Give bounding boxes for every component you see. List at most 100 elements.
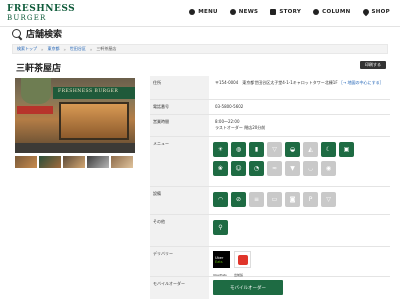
soup-icon-glyph: ◡ xyxy=(307,164,314,172)
beer-icon: ▮ xyxy=(249,142,264,157)
nav-news[interactable]: NEWS xyxy=(229,9,259,15)
coffee-icon: ◒ xyxy=(285,142,300,157)
cup-icon: ◙ xyxy=(285,192,300,207)
search-icon xyxy=(12,28,22,39)
main-nav: MENU NEWS STORY COLUMN SHOP xyxy=(189,7,390,17)
wine-icon-glyph: ▽ xyxy=(272,145,277,153)
breadcrumb-separator: » xyxy=(41,46,44,52)
wine-icon: ▽ xyxy=(267,142,282,157)
rice-icon: ◉ xyxy=(321,161,336,176)
breadcrumb-separator: » xyxy=(89,46,93,52)
demaecan-mark-icon xyxy=(237,254,248,265)
search-person-icon-glyph: ⚲ xyxy=(218,223,223,231)
menu-icon-grid: ☀ ◍ ▮ ▽ ◒ ◭ ☾ ▣ ❀ ☺ ◔ ≈ ▼ ◡ ◉ xyxy=(213,142,354,176)
uber-eats-text-eats: Eats xyxy=(215,259,223,264)
facilities-label: 設備 xyxy=(150,187,209,214)
map-center-link[interactable]: ［→ 地図の中心にする］ xyxy=(339,80,384,85)
nav-shop-label: SHOP xyxy=(371,9,390,15)
hours-label: 営業時間 xyxy=(150,115,209,136)
page-title-text: 店舗検索 xyxy=(26,30,63,40)
photo-tree xyxy=(21,78,51,104)
smoking-room-icon-glyph: ≡ xyxy=(253,195,260,203)
morning-icon-glyph: ☀ xyxy=(217,145,224,153)
column-icon xyxy=(313,9,320,15)
lunch-icon: ◍ xyxy=(231,142,246,157)
nav-news-label: NEWS xyxy=(238,9,259,15)
address-text: 〒154-0004 東京都世田谷区太子堂4-1-1キャロットタワー北棟1F xyxy=(215,80,338,85)
coffee-icon-glyph: ◒ xyxy=(289,145,296,153)
logo-line-1: FRESHNESS xyxy=(7,4,76,14)
address-value: 〒154-0004 東京都世田谷区太子堂4-1-1キャロットタワー北棟1F ［→… xyxy=(213,76,388,90)
photo-window xyxy=(59,102,129,140)
nav-column-label: COLUMN xyxy=(322,9,351,15)
freshness-burger-logo[interactable]: FRESHNESS BURGER xyxy=(7,5,75,22)
hours-last-order: ラストオーダー 閉店20分前 xyxy=(215,125,266,130)
dinner-icon: ☾ xyxy=(321,142,336,157)
demaecan-logo[interactable] xyxy=(234,251,251,268)
pasta-icon-glyph: ≈ xyxy=(271,164,278,172)
breadcrumb-search-top[interactable]: 検索トップ xyxy=(17,46,37,52)
no-smoking-icon: ⊘ xyxy=(231,192,246,207)
drive-thru-icon: ▽ xyxy=(321,192,336,207)
nav-menu-label: MENU xyxy=(198,9,218,15)
nav-column[interactable]: COLUMN xyxy=(313,9,350,15)
page-title: 店舗検索 xyxy=(12,27,62,40)
menu-label: メニュー xyxy=(150,137,209,186)
uber-eats-logo[interactable]: Uber Eats xyxy=(213,251,230,268)
parking-icon: P xyxy=(303,192,318,207)
nav-shop[interactable]: SHOP xyxy=(361,7,390,17)
photo-thumbnail[interactable] xyxy=(87,156,109,168)
menu-row: メニュー ☀ ◍ ▮ ▽ ◒ ◭ ☾ ▣ ❀ ☺ ◔ ≈ ▼ ◡ ◉ xyxy=(150,137,390,187)
print-button-label: 印刷する xyxy=(365,62,381,67)
photo-ground xyxy=(15,143,135,153)
store-name: 三軒茶屋店 xyxy=(16,64,62,74)
mobile-order-row: モバイルオーダー モバイルオーダー xyxy=(150,277,390,299)
lunch-icon-glyph: ◍ xyxy=(235,145,242,153)
breadcrumb-current: 三軒茶屋店 xyxy=(96,46,117,51)
story-icon xyxy=(270,9,277,15)
delivery-row: デリバリー Uber Eats UberEats 出前館 xyxy=(150,247,390,277)
mobile-order-label: モバイルオーダー xyxy=(150,277,209,299)
mobile-order-button[interactable]: モバイルオーダー xyxy=(213,280,283,295)
facility-icon-grid: ◠ ⊘ ≡ ▭ ◙ P ▽ xyxy=(213,192,354,207)
kids-icon: ☺ xyxy=(231,161,246,176)
rice-icon-glyph: ◉ xyxy=(325,164,332,172)
search-person-icon: ⚲ xyxy=(213,220,228,235)
print-button[interactable]: 印刷する xyxy=(360,61,386,69)
beer-icon-glyph: ▮ xyxy=(254,145,259,153)
nav-menu[interactable]: MENU xyxy=(189,9,218,15)
takeout-icon: ▣ xyxy=(339,142,354,157)
cake-icon: ◭ xyxy=(303,142,318,157)
photo-thumbnail[interactable] xyxy=(15,156,37,168)
hours-row: 営業時間 8:00～22:00 ラストオーダー 閉店20分前 xyxy=(150,115,390,137)
dinner-icon-glyph: ☾ xyxy=(325,145,332,153)
other-icon-grid: ⚲ xyxy=(213,220,354,235)
dessert-icon: ◔ xyxy=(249,161,264,176)
takeout-icon-glyph: ▣ xyxy=(343,145,350,153)
nav-story[interactable]: STORY xyxy=(270,9,301,15)
logo-line-2: BURGER xyxy=(7,14,47,22)
store-photo-main[interactable]: FRESHNESS BURGER xyxy=(15,78,135,153)
photo-thumbnail[interactable] xyxy=(39,156,61,168)
power-outlet-icon: ▭ xyxy=(267,192,282,207)
photo-thumbnails xyxy=(15,156,133,168)
hours-value: 8:00～22:00 ラストオーダー 閉店20分前 xyxy=(213,115,388,135)
news-icon xyxy=(229,9,236,15)
no-smoking-icon-glyph: ⊘ xyxy=(235,195,242,203)
location-pin-icon xyxy=(361,7,370,17)
soft-serve-icon: ▼ xyxy=(285,161,300,176)
wifi-icon-glyph: ◠ xyxy=(217,195,224,203)
menu-icon xyxy=(189,9,196,15)
photo-thumbnail[interactable] xyxy=(63,156,85,168)
delivery-label: デリバリー xyxy=(150,247,209,276)
photo-sign: FRESHNESS BURGER xyxy=(58,89,119,94)
phone-value: 03-5800-5602 xyxy=(215,104,244,109)
other-row: その他 ⚲ xyxy=(150,215,390,247)
phone-row: 電話番号 03-5800-5602 xyxy=(150,100,390,115)
breadcrumb-prefecture[interactable]: 東京都 xyxy=(47,46,59,52)
breadcrumb-ward[interactable]: 世田谷区 xyxy=(70,46,86,52)
facilities-row: 設備 ◠ ⊘ ≡ ▭ ◙ P ▽ xyxy=(150,187,390,215)
cup-icon-glyph: ◙ xyxy=(289,195,296,203)
nav-story-label: STORY xyxy=(279,9,302,15)
photo-thumbnail[interactable] xyxy=(111,156,133,168)
